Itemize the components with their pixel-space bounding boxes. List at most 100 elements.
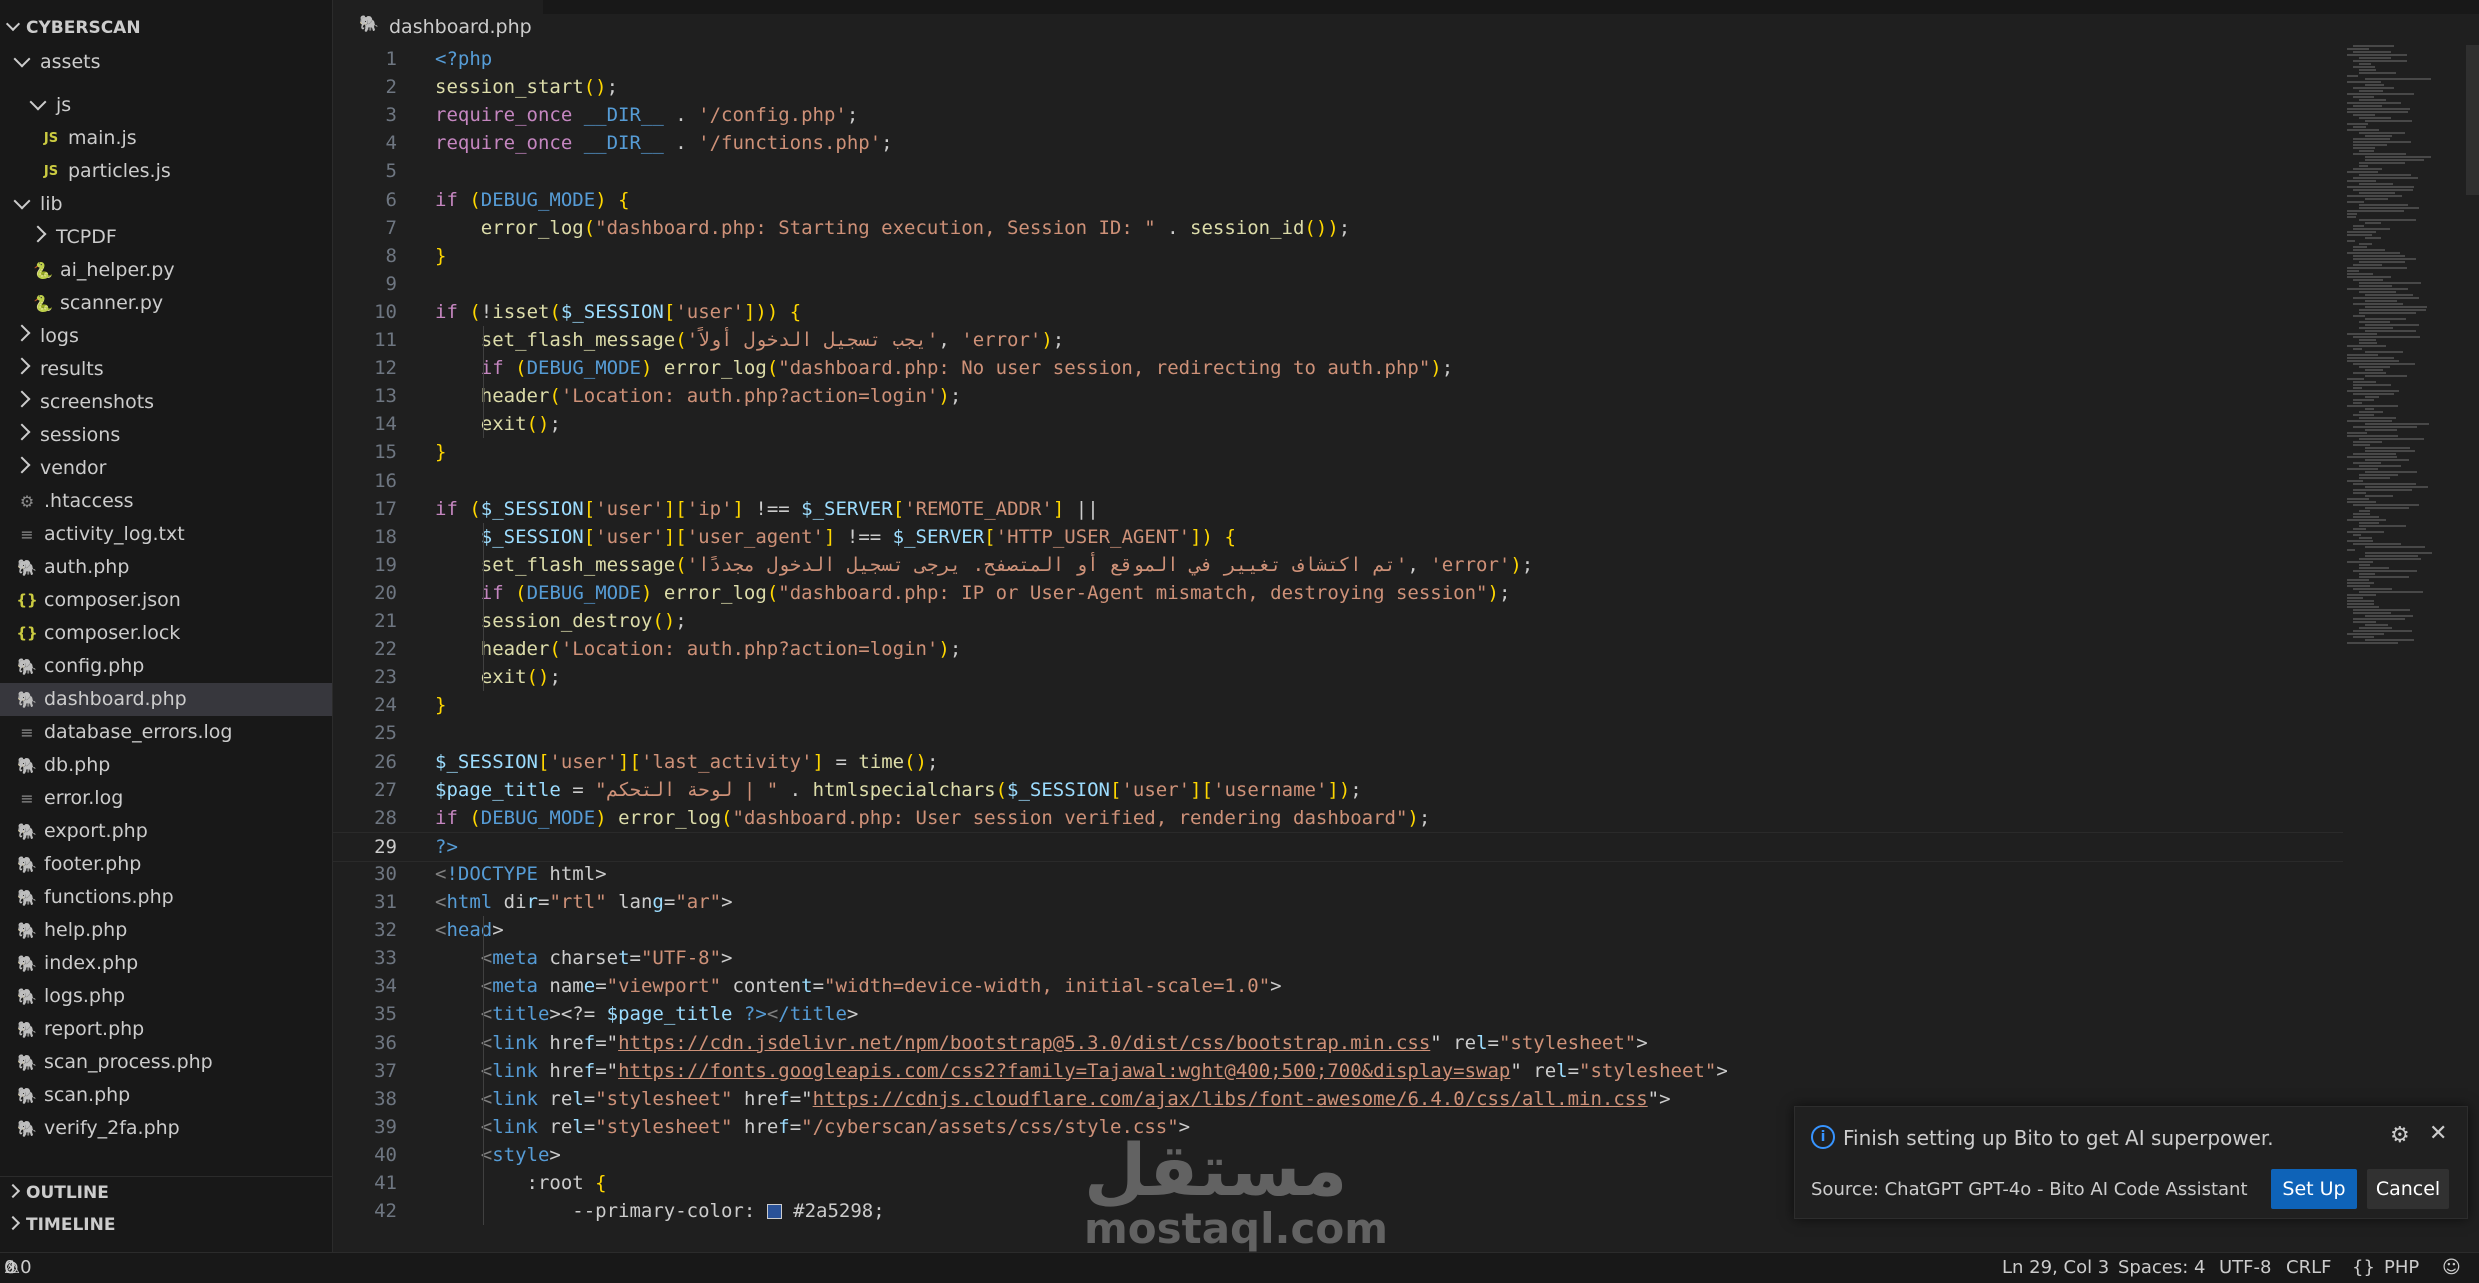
tree-item-particles-js[interactable]: JS particles.js xyxy=(0,155,332,188)
tree-item-scanner-py[interactable]: 🐍 scanner.py xyxy=(0,287,332,320)
explorer-root[interactable]: CYBERSCAN xyxy=(0,12,332,45)
code-line[interactable]: 34 <meta name="viewport" content="width=… xyxy=(333,972,2343,1000)
code-line[interactable]: 3 require_once __DIR__ . '/config.php'; xyxy=(333,101,2343,129)
code-line[interactable]: 35 <title><?= $page_title ?></title> xyxy=(333,1000,2343,1028)
tree-item-tcpdf[interactable]: TCPDF xyxy=(0,221,332,254)
tree-item-composer-lock[interactable]: {} composer.lock xyxy=(0,617,332,650)
code-line[interactable]: 37 <link href="https://fonts.googleapis.… xyxy=(333,1057,2343,1085)
code-line[interactable]: 12 if (DEBUG_MODE) error_log("dashboard.… xyxy=(333,354,2343,382)
language-mode[interactable]: PHP xyxy=(2384,1253,2419,1283)
tree-item-sessions[interactable]: sessions xyxy=(0,419,332,452)
code-line[interactable]: 14 exit(); xyxy=(333,410,2343,438)
code-line[interactable]: 20 if (DEBUG_MODE) error_log("dashboard.… xyxy=(333,579,2343,607)
tree-item-functions-php[interactable]: 🐘 functions.php xyxy=(0,881,332,914)
indentation[interactable]: Spaces: 4 xyxy=(2118,1253,2205,1283)
tree-item-lib[interactable]: lib xyxy=(0,188,332,221)
tree-item-label: scanner.py xyxy=(60,292,164,314)
cursor-position[interactable]: Ln 29, Col 3 xyxy=(2002,1253,2109,1283)
minimap-line xyxy=(2353,381,2376,383)
tree-item-footer-php[interactable]: 🐘 footer.php xyxy=(0,848,332,881)
code-line[interactable]: 22 header('Location: auth.php?action=log… xyxy=(333,635,2343,663)
code-line[interactable]: 25 xyxy=(333,719,2343,747)
close-icon[interactable]: ✕ xyxy=(2429,1121,2447,1146)
code-line[interactable]: 5 xyxy=(333,157,2343,185)
cancel-button[interactable]: Cancel xyxy=(2367,1169,2449,1209)
tree-item-assets[interactable]: assets xyxy=(0,46,332,79)
setup-button[interactable]: Set Up xyxy=(2271,1169,2357,1209)
code-line[interactable]: 13 header('Location: auth.php?action=log… xyxy=(333,382,2343,410)
tree-item-logs-php[interactable]: 🐘 logs.php xyxy=(0,980,332,1013)
tree-item-report-php[interactable]: 🐘 report.php xyxy=(0,1013,332,1046)
tree-item-main-js[interactable]: JS main.js xyxy=(0,122,332,155)
tree-item-composer-json[interactable]: {} composer.json xyxy=(0,584,332,617)
tree-item-db-php[interactable]: 🐘 db.php xyxy=(0,749,332,782)
bito-notification: i Finish setting up Bito to get AI super… xyxy=(1794,1106,2468,1219)
tree-item-screenshots[interactable]: screenshots xyxy=(0,386,332,419)
code-line[interactable]: 27 $page_title = "لوحة التحكم | " . htmls… xyxy=(333,776,2343,804)
code-line[interactable]: 21 session_destroy(); xyxy=(333,607,2343,635)
tree-item-dashboard-php[interactable]: 🐘 dashboard.php xyxy=(0,683,332,716)
tree-item-config-php[interactable]: 🐘 config.php xyxy=(0,650,332,683)
tree-item-error-log[interactable]: ≡ error.log xyxy=(0,782,332,815)
tree-item-activity-log-txt[interactable]: ≡ activity_log.txt xyxy=(0,518,332,551)
code-line[interactable]: 9 xyxy=(333,270,2343,298)
minimap-line xyxy=(2365,429,2397,431)
tree-item-vendor[interactable]: vendor xyxy=(0,452,332,485)
code-line[interactable]: 7 error_log("dashboard.php: Starting exe… xyxy=(333,214,2343,242)
tree-item--htaccess[interactable]: ⚙ .htaccess xyxy=(0,485,332,518)
code-line[interactable]: 1 <?php xyxy=(333,45,2343,73)
copilot-icon[interactable]: ☺ xyxy=(2442,1253,2461,1283)
code-line[interactable]: 23 exit(); xyxy=(333,663,2343,691)
timeline-section[interactable]: TIMELINE xyxy=(0,1209,332,1242)
tree-item-verify-2fa-php[interactable]: 🐘 verify_2fa.php xyxy=(0,1112,332,1145)
minimap-line xyxy=(2347,432,2367,434)
code-editor[interactable]: 1 <?php 2 session_start(); 3 require_once __D… xyxy=(333,45,2343,1243)
problems-indicator[interactable]: ⊗ 0 ⚠0 xyxy=(4,1253,32,1283)
tree-item-scan-process-php[interactable]: 🐘 scan_process.php xyxy=(0,1046,332,1079)
tree-item-logs[interactable]: logs xyxy=(0,320,332,353)
minimap-line xyxy=(2353,303,2403,305)
tree-item-export-php[interactable]: 🐘 export.php xyxy=(0,815,332,848)
code-line[interactable]: 10 if (!isset($_SESSION['user'])) { xyxy=(333,298,2343,326)
tree-item-help-php[interactable]: 🐘 help.php xyxy=(0,914,332,947)
code-line[interactable]: 4 require_once __DIR__ . '/functions.php'… xyxy=(333,129,2343,157)
outline-section[interactable]: OUTLINE xyxy=(0,1176,332,1210)
encoding[interactable]: UTF-8 xyxy=(2219,1253,2271,1283)
minimap-line xyxy=(2359,90,2383,92)
code-line[interactable]: 16 xyxy=(333,467,2343,495)
minimap-line xyxy=(2353,51,2391,53)
code-line[interactable]: 2 session_start(); xyxy=(333,73,2343,101)
code-line[interactable]: 11 set_flash_message('يجب تسجيل الدخول أ… xyxy=(333,326,2343,354)
code-line[interactable]: 33 <meta charset="UTF-8"> xyxy=(333,944,2343,972)
code-line[interactable]: 6 if (DEBUG_MODE) { xyxy=(333,186,2343,214)
minimap-line xyxy=(2359,327,2393,329)
code-line[interactable]: 29 ?> xyxy=(333,831,2343,862)
tree-item-scan-php[interactable]: 🐘 scan.php xyxy=(0,1079,332,1112)
code-line[interactable]: 30 <!DOCTYPE html> xyxy=(333,860,2343,888)
code-line[interactable]: 28 if (DEBUG_MODE) error_log("dashboard.p… xyxy=(333,804,2343,832)
gear-icon[interactable]: ⚙ xyxy=(2390,1123,2410,1148)
minimap-line xyxy=(2365,396,2379,398)
end-of-line[interactable]: CRLF xyxy=(2286,1253,2331,1283)
code-line[interactable]: 24} xyxy=(333,691,2343,719)
code-line[interactable]: 26 $_SESSION['user']['last_activity'] = t… xyxy=(333,748,2343,776)
code-line[interactable]: 19 set_flash_message('تم اكتشاف تغيير في… xyxy=(333,551,2343,579)
tree-item-results[interactable]: results xyxy=(0,353,332,386)
minimap-line xyxy=(2347,498,2369,500)
color-swatch[interactable] xyxy=(766,1204,782,1220)
tree-item-database-errors-log[interactable]: ≡ database_errors.log xyxy=(0,716,332,749)
code-line[interactable]: 8} xyxy=(333,242,2343,270)
tree-item-js[interactable]: js xyxy=(0,89,332,122)
code-line[interactable]: 18 $_SESSION['user']['user_agent'] !== $… xyxy=(333,523,2343,551)
tree-item-ai-helper-py[interactable]: 🐍 ai_helper.py xyxy=(0,254,332,287)
minimap[interactable] xyxy=(2343,45,2479,1243)
tree-item-index-php[interactable]: 🐘 index.php xyxy=(0,947,332,980)
line-number: 26 xyxy=(374,750,397,773)
code-line[interactable]: 17 if ($_SESSION['user']['ip'] !== $_SERV… xyxy=(333,495,2343,523)
editor-scrollbar[interactable] xyxy=(2466,45,2479,195)
code-line[interactable]: 36 <link href="https://cdn.jsdelivr.net/… xyxy=(333,1029,2343,1057)
code-line[interactable]: 15} xyxy=(333,438,2343,466)
code-line[interactable]: 31 <html dir="rtl" lang="ar"> xyxy=(333,888,2343,916)
tree-item-auth-php[interactable]: 🐘 auth.php xyxy=(0,551,332,584)
code-line[interactable]: 32 <head> xyxy=(333,916,2343,944)
